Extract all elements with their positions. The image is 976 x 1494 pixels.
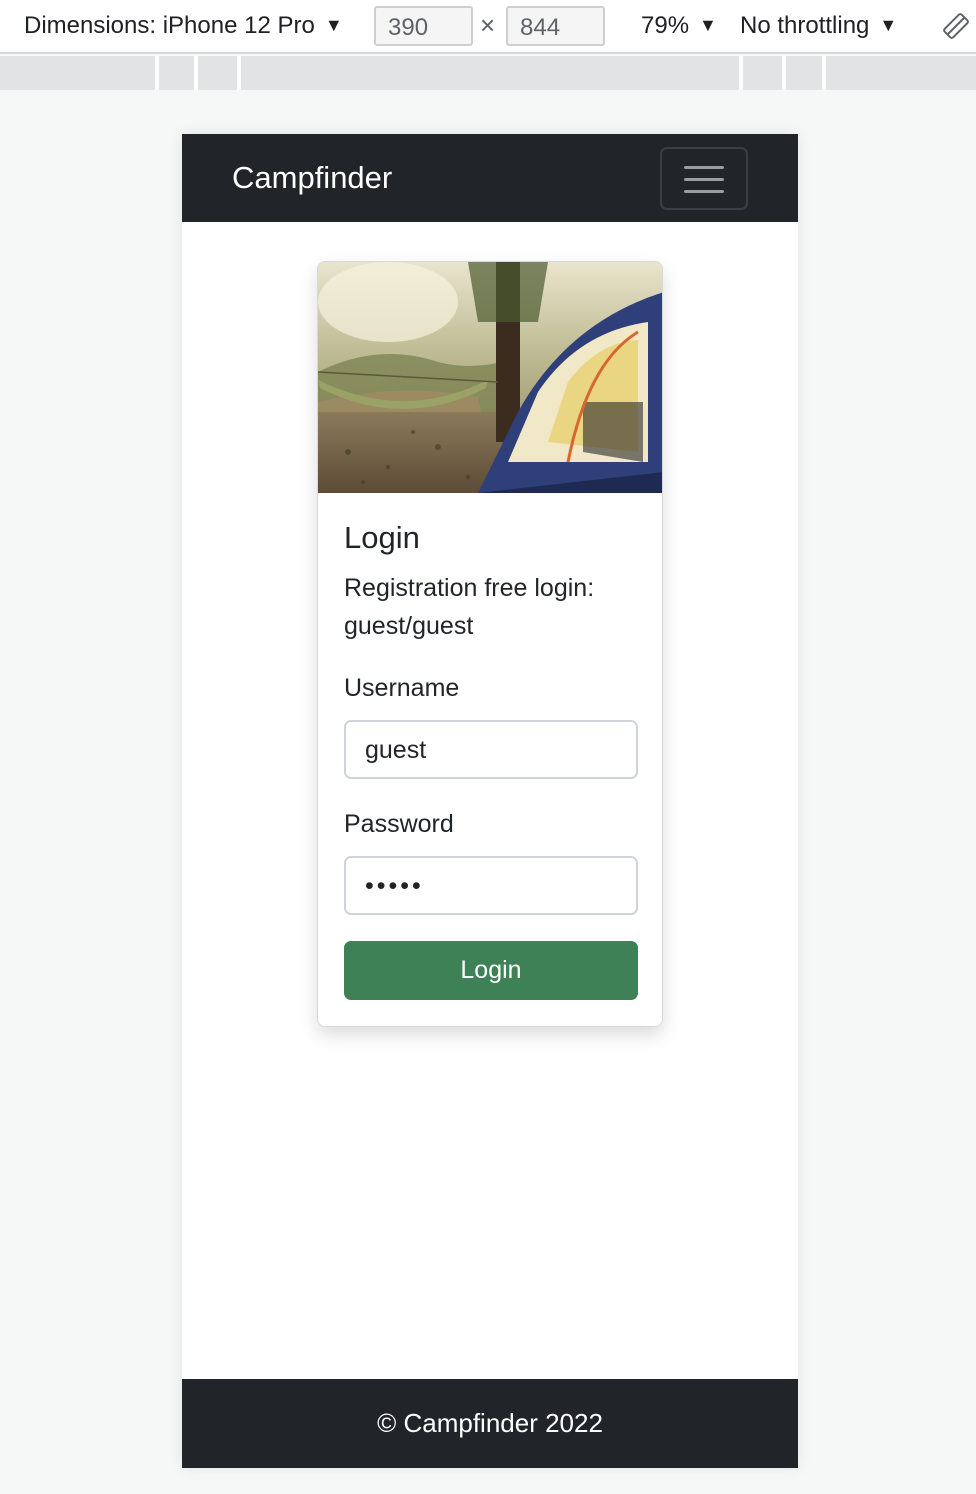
device-viewport: Campfinder Login Registration free login… <box>182 134 798 1468</box>
ruler-divider <box>822 56 826 90</box>
hamburger-icon <box>684 166 724 169</box>
hamburger-icon <box>684 190 724 193</box>
device-dimensions-dropdown[interactable]: Dimensions: iPhone 12 Pro ▼ <box>24 12 343 40</box>
ruler-divider <box>155 56 159 90</box>
login-card: Login Registration free login: guest/gue… <box>317 261 663 1027</box>
login-button[interactable]: Login <box>344 941 638 1000</box>
ruler-divider <box>782 56 786 90</box>
ruler-divider <box>194 56 198 90</box>
password-input[interactable]: ••••• <box>344 856 638 915</box>
username-label: Username <box>344 674 460 702</box>
ruler-divider <box>237 56 241 90</box>
camping-image <box>318 262 662 493</box>
throttling-label: No throttling <box>740 12 870 39</box>
rotate-icon[interactable] <box>942 12 970 40</box>
throttling-dropdown[interactable]: No throttling ▼ <box>740 12 897 40</box>
hamburger-icon <box>684 178 724 181</box>
login-title: Login <box>344 520 420 555</box>
dropdown-arrow-icon: ▼ <box>699 15 717 35</box>
dropdown-arrow-icon: ▼ <box>879 15 898 35</box>
height-input[interactable]: 844 <box>506 6 605 46</box>
navbar-toggler-button[interactable] <box>660 147 748 210</box>
devtools-toolbar: Dimensions: iPhone 12 Pro ▼ 390 × 844 79%… <box>0 0 976 54</box>
zoom-dropdown[interactable]: 79% ▼ <box>641 12 717 40</box>
times-icon: × <box>480 10 496 40</box>
width-input[interactable]: 390 <box>374 6 473 46</box>
brand-link[interactable]: Campfinder <box>232 160 392 196</box>
device-dimensions-label: Dimensions: iPhone 12 Pro <box>24 12 315 39</box>
zoom-label: 79% <box>641 12 690 39</box>
footer: © Campfinder 2022 <box>182 1379 798 1468</box>
ruler-divider <box>739 56 743 90</box>
dropdown-arrow-icon: ▼ <box>324 15 343 35</box>
guest-login-info: Registration free login: guest/guest <box>344 574 595 640</box>
navbar: Campfinder <box>182 134 798 222</box>
media-query-ruler[interactable] <box>0 56 976 90</box>
password-label: Password <box>344 810 454 838</box>
username-input[interactable]: guest <box>344 720 638 779</box>
